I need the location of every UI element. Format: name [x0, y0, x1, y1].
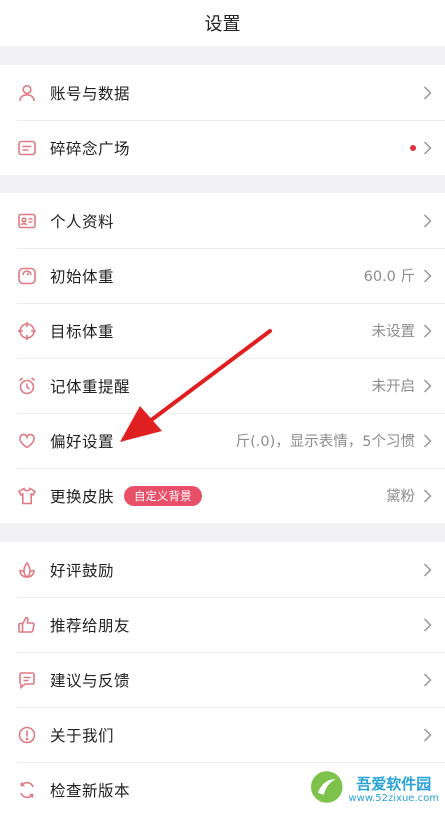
watermark-url: www.52zixue.com [348, 793, 440, 804]
custom-background-badge[interactable]: 自定义背景 [124, 485, 202, 506]
message-square-icon [17, 138, 37, 158]
chevron-right-icon [421, 213, 433, 228]
settings-item-change-skin[interactable]: 更换皮肤 自定义背景 黛粉 [0, 468, 445, 523]
settings-item-initial-weight[interactable]: 初始体重 60.0 斤 [0, 248, 445, 303]
chat-icon [17, 670, 37, 690]
top-bar: 设置 [0, 0, 445, 46]
settings-item-square[interactable]: 碎碎念广场 [0, 120, 445, 175]
settings-item-label: 更换皮肤 [50, 487, 115, 506]
chevron-right-icon [421, 268, 433, 283]
settings-item-label: 偏好设置 [50, 432, 115, 451]
settings-item-label: 个人资料 [50, 212, 115, 231]
chevron-right-icon [421, 140, 433, 155]
alarm-clock-icon [17, 376, 37, 396]
settings-item-value: 黛粉 [386, 489, 415, 505]
watermark-name: 吾爱软件园 [356, 775, 432, 793]
settings-item-profile[interactable]: 个人资料 [0, 193, 445, 248]
settings-group-profile: 个人资料 初始体重 60.0 斤 目标体重 未设置 记体重提醒 未开启 偏好设置 [0, 193, 445, 523]
settings-item-about-us[interactable]: 关于我们 [0, 707, 445, 762]
chevron-right-icon [421, 378, 433, 393]
user-icon [17, 83, 37, 103]
settings-item-preferences[interactable]: 偏好设置 斤(.0)，显示表情，5个习惯 [0, 413, 445, 468]
chevron-right-icon [421, 85, 433, 100]
settings-item-value: 未设置 [371, 324, 416, 340]
chevron-right-icon [421, 672, 433, 687]
notification-dot [410, 144, 416, 151]
scale-icon [17, 266, 37, 286]
settings-item-label: 建议与反馈 [50, 671, 131, 690]
settings-item-label: 记体重提醒 [50, 377, 131, 396]
chevron-right-icon [421, 727, 433, 742]
settings-item-label: 碎碎念广场 [50, 139, 131, 158]
settings-item-value: 斤(.0)，显示表情，5个习惯 [235, 434, 415, 450]
settings-item-account-data[interactable]: 账号与数据 [0, 65, 445, 120]
settings-item-rate[interactable]: 好评鼓励 [0, 542, 445, 597]
info-circle-icon [17, 725, 37, 745]
settings-item-label: 目标体重 [50, 322, 115, 341]
shirt-icon [17, 486, 37, 506]
chevron-right-icon [421, 617, 433, 632]
chevron-right-icon [421, 433, 433, 448]
settings-item-target-weight[interactable]: 目标体重 未设置 [0, 303, 445, 358]
settings-item-label: 关于我们 [50, 726, 115, 745]
settings-item-label: 检查新版本 [50, 781, 131, 800]
refresh-icon [17, 780, 37, 800]
watermark-logo-icon [310, 771, 343, 803]
settings-item-weight-reminder[interactable]: 记体重提醒 未开启 [0, 358, 445, 413]
settings-item-value: 60.0 斤 [363, 269, 415, 285]
page-title: 设置 [204, 14, 241, 35]
thumbs-up-icon [17, 615, 37, 635]
settings-item-label: 账号与数据 [50, 84, 131, 103]
chevron-right-icon [421, 323, 433, 338]
chevron-right-icon [421, 562, 433, 577]
watermark: 吾爱软件园 www.52zixue.com [309, 755, 439, 805]
settings-item-label: 推荐给朋友 [50, 616, 131, 635]
settings-group-account: 账号与数据 碎碎念广场 [0, 65, 445, 175]
chevron-right-icon [421, 488, 433, 503]
target-icon [17, 321, 37, 341]
heart-icon [17, 431, 37, 451]
id-card-icon [17, 211, 37, 231]
flower-icon [17, 560, 37, 580]
settings-item-recommend[interactable]: 推荐给朋友 [0, 597, 445, 652]
settings-item-label: 好评鼓励 [50, 561, 115, 580]
settings-item-label: 初始体重 [50, 267, 115, 286]
settings-item-value: 未开启 [371, 379, 416, 395]
settings-item-feedback[interactable]: 建议与反馈 [0, 652, 445, 707]
